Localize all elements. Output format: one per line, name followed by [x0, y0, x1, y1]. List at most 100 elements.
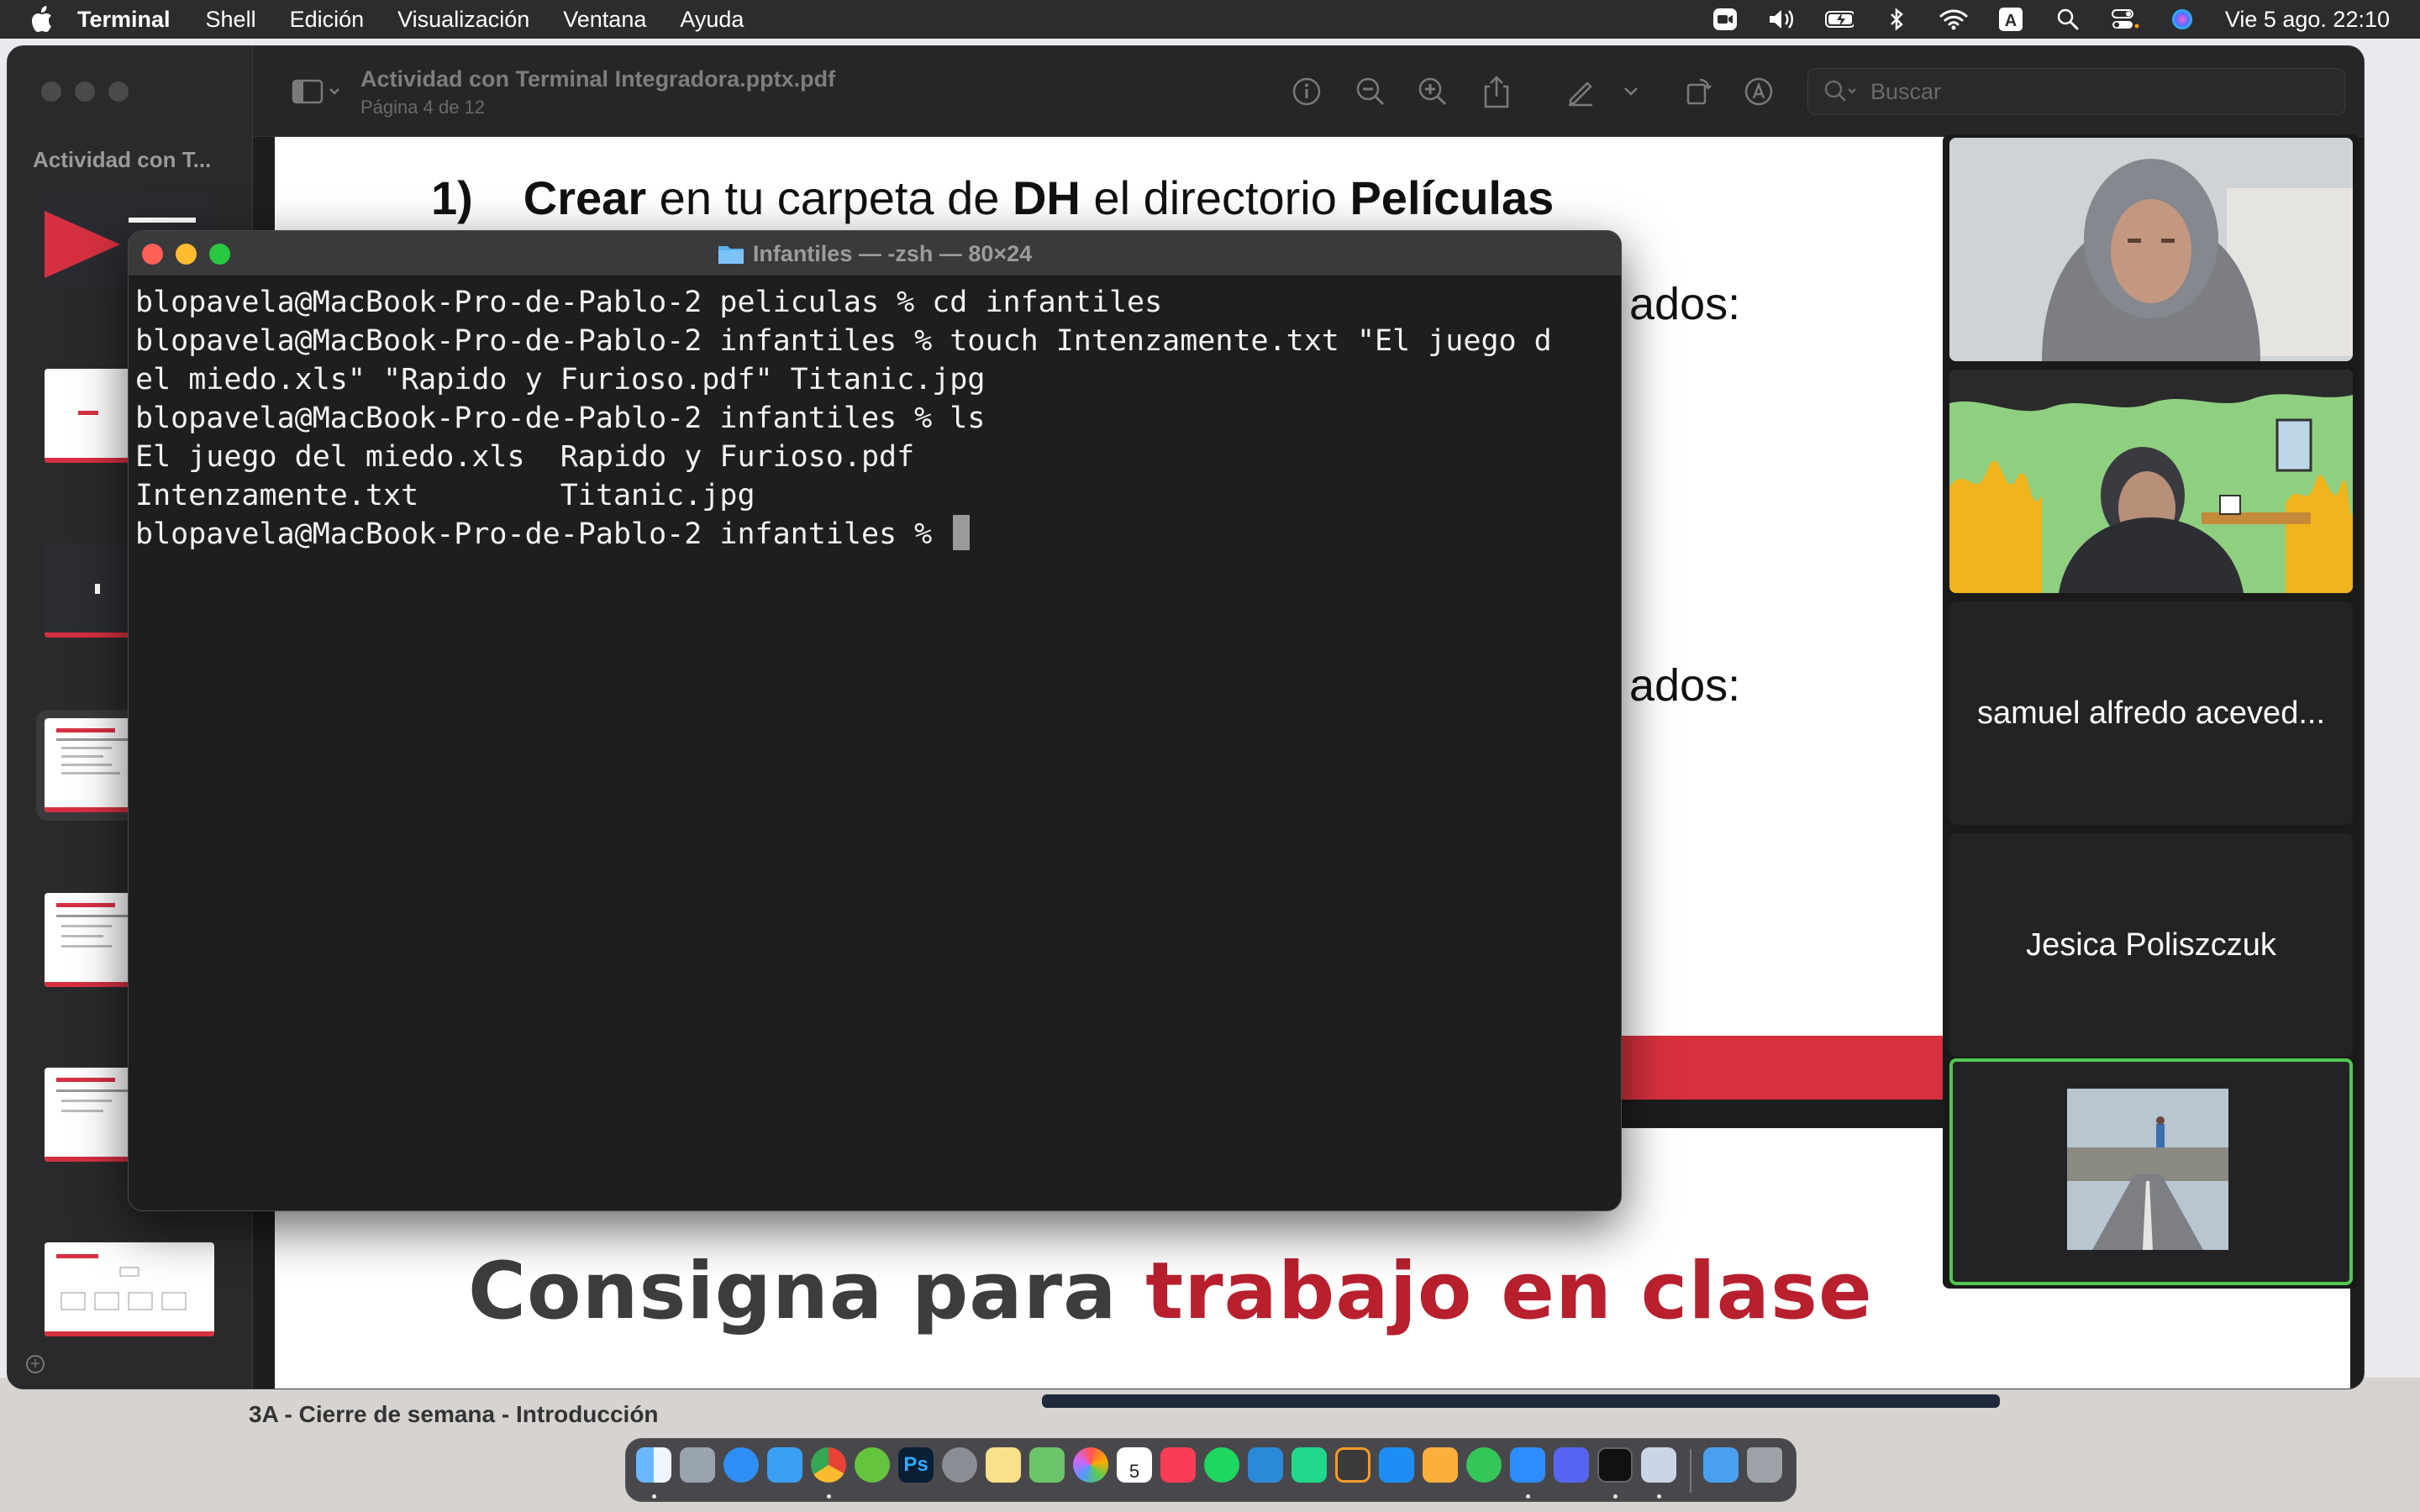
- step-text-part2: en tu carpeta de: [646, 171, 1013, 224]
- menu-shell[interactable]: Shell: [206, 7, 256, 33]
- svg-text:A: A: [2005, 12, 2017, 30]
- utorrent-icon[interactable]: [855, 1447, 890, 1483]
- page-thumbnail-7[interactable]: [45, 1242, 214, 1336]
- photos-icon[interactable]: [1073, 1447, 1108, 1483]
- participant-tile-jesica[interactable]: Jesica Poliszczuk: [1949, 833, 2353, 1057]
- menu-bar: Terminal Shell Edición Visualización Ven…: [0, 0, 2420, 39]
- menu-visualizacion[interactable]: Visualización: [397, 7, 529, 33]
- terminal-line: Intenzamente.txt Titanic.jpg: [135, 479, 755, 512]
- safari-icon[interactable]: [723, 1447, 759, 1483]
- zoom-status-icon[interactable]: [1711, 7, 1739, 32]
- siri-icon[interactable]: [2168, 7, 2196, 32]
- participant-avatar-photo: [2067, 1089, 2228, 1250]
- terminal-prompt: blopavela@MacBook-Pro-de-Pablo-2 infanti…: [135, 517, 950, 551]
- running-indicator: [652, 1494, 656, 1499]
- zoom-participants-panel: samuel alfredo aceved... Jesica Poliszcz…: [1943, 134, 2360, 1289]
- dock: Ps 5: [625, 1438, 1797, 1502]
- slide-text-fragment-1: ados:: [1629, 279, 1741, 329]
- preview-icon[interactable]: [1641, 1447, 1676, 1483]
- slide-step-heading: 1) Crear en tu carpeta de DH el directori…: [431, 171, 1554, 225]
- terminal-line: blopavela@MacBook-Pro-de-Pablo-2 pelicul…: [135, 286, 1163, 319]
- running-indicator: [1657, 1494, 1661, 1499]
- menu-app-terminal[interactable]: Terminal: [77, 7, 171, 33]
- maps-icon[interactable]: [1029, 1447, 1065, 1483]
- control-center-icon[interactable]: [2111, 7, 2139, 32]
- discord-icon[interactable]: [1554, 1447, 1589, 1483]
- finder-icon[interactable]: [636, 1447, 671, 1483]
- terminal-titlebar[interactable]: Infantiles — -zsh — 80×24: [129, 231, 1621, 276]
- add-page-icon[interactable]: +: [26, 1355, 45, 1373]
- trash-icon[interactable]: [1747, 1447, 1782, 1483]
- battery-charging-icon[interactable]: [1824, 7, 1854, 32]
- search-icon: [1824, 80, 1856, 102]
- terminal-line: blopavela@MacBook-Pro-de-Pablo-2 infanti…: [135, 402, 986, 435]
- preview-close-button[interactable]: [41, 81, 61, 102]
- spotlight-search-icon[interactable]: [2054, 7, 2082, 32]
- menubar-clock[interactable]: Vie 5 ago. 22:10: [2225, 7, 2390, 33]
- notes-icon[interactable]: [986, 1447, 1021, 1483]
- menu-ayuda[interactable]: Ayuda: [680, 7, 744, 33]
- participant-tile-samuel[interactable]: samuel alfredo aceved...: [1949, 601, 2353, 825]
- pycharm-icon[interactable]: [1292, 1447, 1327, 1483]
- terminal-line: El juego del miedo.xls Rapido y Furioso.…: [135, 440, 915, 474]
- spotify-icon[interactable]: [1204, 1447, 1239, 1483]
- downloads-icon[interactable]: [1703, 1447, 1739, 1483]
- preview-zoom-button[interactable]: [108, 81, 129, 102]
- sidebar-doc-title: Actividad con T...: [33, 147, 212, 172]
- wifi-icon[interactable]: [1939, 7, 1968, 32]
- music-icon[interactable]: [1160, 1447, 1196, 1483]
- calendar-day: 5: [1128, 1461, 1140, 1482]
- participant-video-2[interactable]: [1949, 370, 2353, 593]
- info-icon[interactable]: [1290, 75, 1323, 108]
- menu-ventana[interactable]: Ventana: [563, 7, 646, 33]
- vscode-icon[interactable]: [1248, 1447, 1283, 1483]
- launchpad-icon[interactable]: [680, 1447, 715, 1483]
- terminal-output[interactable]: blopavela@MacBook-Pro-de-Pablo-2 pelicul…: [135, 283, 1614, 1199]
- participant-video-1[interactable]: [1949, 138, 2353, 361]
- chrome-icon[interactable]: [811, 1447, 846, 1483]
- background-window-text: 3A - Cierre de semana - Introducción: [249, 1401, 659, 1427]
- terminal-line: el miedo.xls" "Rapido y Furioso.pdf" Tit…: [135, 363, 986, 396]
- search-field[interactable]: [1807, 68, 2345, 115]
- annotate-icon[interactable]: [1742, 75, 1776, 108]
- terminal-window[interactable]: Infantiles — -zsh — 80×24 blopavela@MacB…: [128, 230, 1622, 1211]
- zoom-icon[interactable]: [1510, 1447, 1545, 1483]
- running-indicator: [1613, 1494, 1618, 1499]
- terminal-title-text: Infantiles — -zsh — 80×24: [752, 240, 1033, 266]
- mail-icon[interactable]: [767, 1447, 802, 1483]
- background-window-bar: [1042, 1394, 2000, 1408]
- markup-dropdown-icon[interactable]: [1621, 75, 1641, 108]
- markup-pen-icon[interactable]: [1564, 75, 1597, 108]
- keyboard-input-icon[interactable]: A: [1996, 7, 2025, 32]
- photoshop-icon[interactable]: Ps: [898, 1447, 934, 1483]
- terminal-line: blopavela@MacBook-Pro-de-Pablo-2 infanti…: [135, 324, 1552, 358]
- slide-big-title: Consigna para trabajo en clase: [468, 1246, 1873, 1337]
- rotate-icon[interactable]: [1681, 75, 1715, 108]
- volume-icon[interactable]: [1768, 7, 1797, 32]
- bluetooth-icon[interactable]: [1882, 7, 1911, 32]
- whatsapp-icon[interactable]: [1466, 1447, 1502, 1483]
- folder-icon: [718, 246, 744, 264]
- zoom-out-icon[interactable]: [1354, 75, 1387, 108]
- sidebar-toggle-icon[interactable]: [292, 75, 342, 108]
- share-icon[interactable]: [1480, 75, 1513, 108]
- search-input[interactable]: [1870, 78, 2341, 105]
- participant-tile-active-speaker[interactable]: [1949, 1058, 2353, 1285]
- appstore-icon[interactable]: [1379, 1447, 1414, 1483]
- calendar-icon[interactable]: 5: [1117, 1447, 1152, 1483]
- menu-edicion[interactable]: Edición: [290, 7, 365, 33]
- page-indicator: Página 4 de 12: [360, 97, 486, 118]
- apple-menu-icon[interactable]: [30, 5, 55, 34]
- step-text-peliculas: Películas: [1349, 171, 1555, 224]
- terminal-icon[interactable]: [1597, 1447, 1633, 1483]
- sublime-icon[interactable]: [1335, 1447, 1370, 1483]
- preview-minimize-button[interactable]: [75, 81, 95, 102]
- pages-icon[interactable]: [1423, 1447, 1458, 1483]
- terminal-title: Infantiles — -zsh — 80×24: [129, 231, 1621, 276]
- system-preferences-icon[interactable]: [942, 1447, 977, 1483]
- terminal-prompt-line[interactable]: blopavela@MacBook-Pro-de-Pablo-2 infanti…: [135, 515, 1614, 554]
- step-text-dh: DH: [1012, 171, 1081, 224]
- dock-separator: [1690, 1449, 1691, 1493]
- running-indicator: [827, 1494, 831, 1499]
- zoom-in-icon[interactable]: [1416, 75, 1449, 108]
